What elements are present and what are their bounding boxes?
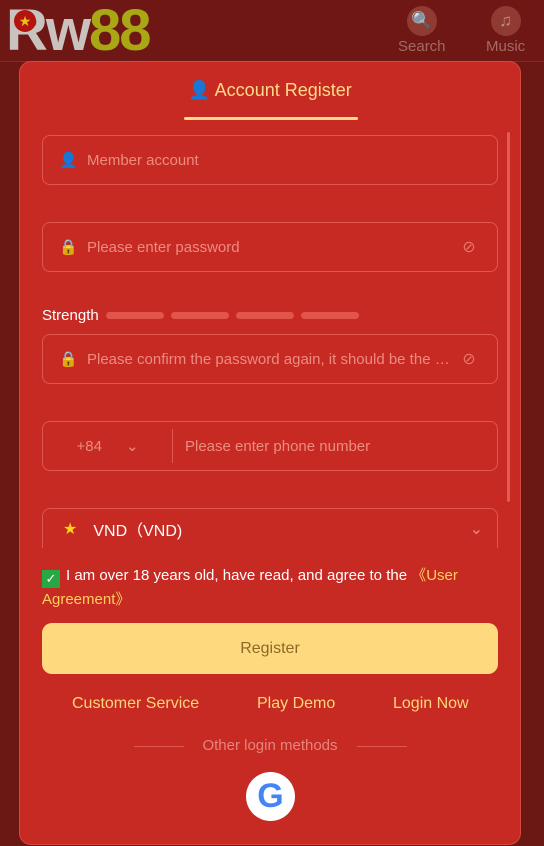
- member-account-input[interactable]: 👤 Member account: [42, 135, 498, 185]
- search-button[interactable]: 🔍 Search: [398, 6, 446, 55]
- login-now-link[interactable]: Login Now: [393, 695, 469, 713]
- lock-icon: 🔒: [59, 351, 78, 368]
- agreement: ✓ I am over 18 years old, have read, and …: [42, 567, 458, 608]
- strength-bar: [170, 312, 229, 319]
- customer-service-link[interactable]: Customer Service: [72, 695, 199, 713]
- top-bar: Rw88 ★ 🔍 Search ♫ Music: [0, 0, 544, 62]
- country-code-select[interactable]: +84 ⌄: [43, 429, 173, 463]
- divider: [357, 746, 407, 747]
- strength-bar: [105, 312, 164, 319]
- currency-select[interactable]: ★ VND（VND) ⌄: [42, 508, 498, 548]
- user-icon: 👤: [59, 152, 78, 169]
- password-input[interactable]: 🔒 Please enter password ⊘: [42, 222, 498, 272]
- scrollbar[interactable]: [507, 132, 510, 502]
- music-icon: ♫: [490, 6, 521, 36]
- user-icon: 👤: [188, 80, 211, 100]
- tab-account-register[interactable]: 👤 Account Register: [20, 80, 520, 101]
- confirm-password-input[interactable]: 🔒 Please confirm the password again, it …: [42, 334, 498, 384]
- play-demo-link[interactable]: Play Demo: [257, 695, 335, 713]
- search-icon: 🔍: [406, 6, 437, 36]
- eye-off-icon[interactable]: ⊘: [457, 237, 481, 257]
- eye-off-icon[interactable]: ⊘: [457, 349, 481, 369]
- phone-field: +84 ⌄ Please enter phone number: [42, 421, 498, 471]
- tab-underline: [184, 117, 358, 120]
- chevron-down-icon: ⌄: [125, 438, 139, 455]
- google-icon[interactable]: G: [246, 772, 295, 821]
- phone-input[interactable]: Please enter phone number: [185, 438, 497, 455]
- lock-icon: 🔒: [59, 239, 78, 256]
- music-button[interactable]: ♫ Music: [486, 6, 525, 55]
- register-modal: 👤 Account Register 👤 Member account 🔒 Pl…: [19, 61, 521, 845]
- agree-checkbox[interactable]: ✓: [42, 570, 60, 588]
- vietnam-flag-icon: ★: [14, 10, 36, 32]
- register-button[interactable]: Register: [42, 623, 498, 674]
- vietnam-flag-icon: ★: [63, 520, 78, 538]
- strength-bar: [300, 312, 359, 319]
- password-strength: Strength: [42, 307, 359, 324]
- other-login-label: Other login methods: [202, 737, 338, 754]
- strength-bar: [235, 312, 294, 319]
- chevron-down-icon: ⌄: [469, 520, 483, 538]
